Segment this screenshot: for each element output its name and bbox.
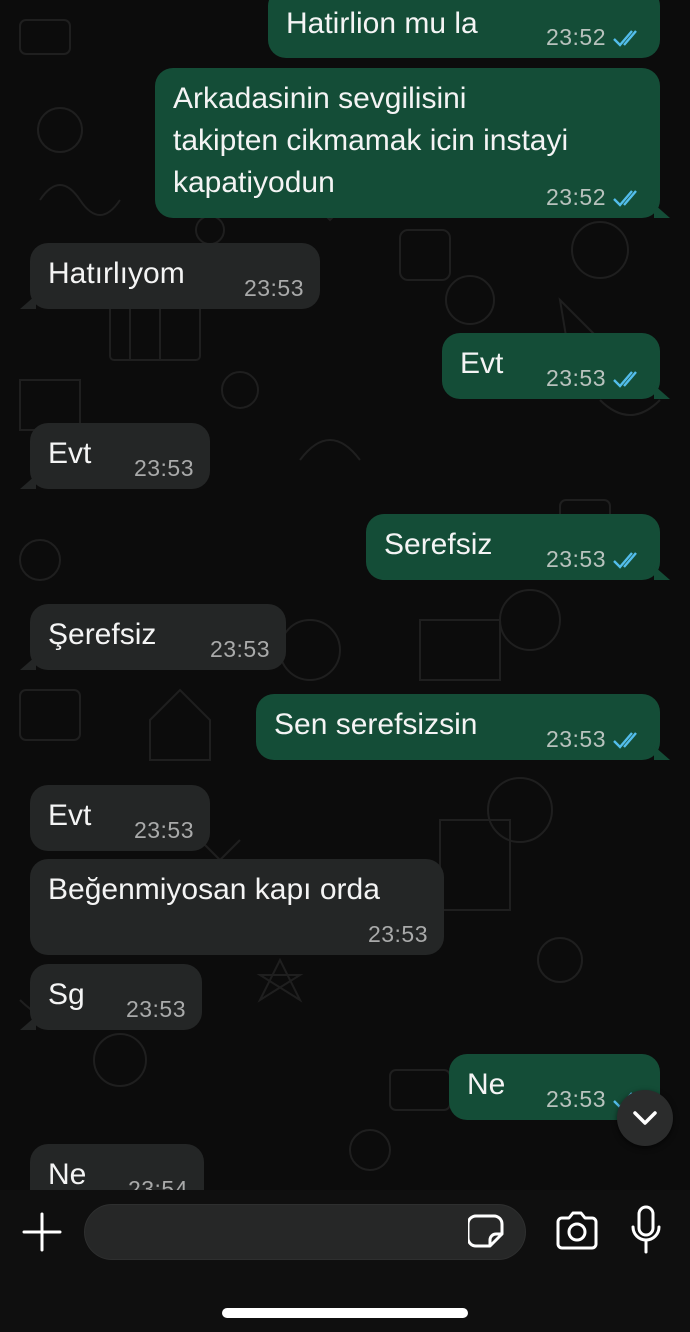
read-ticks-icon	[613, 189, 637, 207]
camera-icon[interactable]	[554, 1210, 600, 1252]
incoming-message[interactable]: Beğenmiyosan kapı orda 23:53	[30, 859, 444, 955]
message-meta: 23:52	[546, 24, 644, 51]
message-time: 23:53	[545, 1086, 606, 1112]
read-ticks-icon	[613, 551, 637, 569]
message-time: 23:53	[545, 546, 606, 572]
plus-icon[interactable]	[20, 1210, 64, 1254]
outgoing-message[interactable]: Hatirlion mu la 23:52	[268, 0, 660, 58]
read-ticks-icon	[613, 29, 637, 47]
message-time: 23:53	[133, 817, 194, 843]
message-text: Sg	[48, 978, 85, 1011]
message-time: 23:53	[125, 996, 186, 1022]
outgoing-message[interactable]: Arkadasinin sevgilisini takipten cikmama…	[155, 68, 670, 218]
message-time: 23:53	[545, 365, 606, 391]
incoming-message[interactable]: Şerefsiz 23:53	[20, 604, 286, 670]
message-meta: 23:53	[546, 365, 644, 392]
chat-area[interactable]: Hatirlion mu la 23:52 Arkadasinin sevgil…	[0, 0, 690, 1190]
home-indicator	[222, 1308, 468, 1318]
chevron-down-icon	[633, 1111, 657, 1125]
message-text: Ne	[48, 1158, 87, 1190]
message-meta: 23:53	[368, 921, 428, 948]
message-text: Sen serefsizsin	[274, 708, 478, 741]
sticker-icon[interactable]	[468, 1212, 506, 1250]
message-text: Hatirlion mu la	[286, 7, 478, 40]
message-text: Hatırlıyom	[48, 257, 185, 290]
message-text-line: Arkadasinin sevgilisini	[173, 82, 467, 115]
message-text: Serefsiz	[384, 528, 493, 561]
microphone-icon[interactable]	[630, 1205, 662, 1255]
read-ticks-icon	[613, 731, 637, 749]
message-time: 23:53	[545, 726, 606, 752]
message-meta: 23:53	[244, 275, 304, 302]
message-text: Ne	[467, 1068, 506, 1101]
message-text: Evt	[48, 437, 92, 470]
outgoing-message[interactable]: Sen serefsizsin 23:53	[256, 694, 670, 760]
message-meta: 23:53	[546, 726, 644, 753]
message-time: 23:53	[243, 275, 304, 301]
message-text: Beğenmiyosan kapı orda	[48, 873, 380, 906]
message-time: 23:53	[133, 455, 194, 481]
message-text-line: kapatiyodun	[173, 166, 335, 199]
incoming-message[interactable]: Hatırlıyom 23:53	[20, 243, 320, 309]
message-time: 23:53	[209, 636, 270, 662]
incoming-message[interactable]: Evt 23:53	[30, 785, 210, 851]
message-time: 23:52	[545, 184, 606, 210]
incoming-message[interactable]: Sg 23:53	[20, 964, 202, 1030]
message-meta: 23:53	[126, 996, 186, 1023]
message-text: Şerefsiz	[48, 618, 157, 651]
message-meta: 23:53	[546, 546, 644, 573]
message-time: 23:52	[545, 24, 606, 50]
message-meta: 23:53	[210, 636, 270, 663]
message-meta: 23:53	[134, 455, 194, 482]
message-meta: 23:54	[128, 1176, 188, 1190]
message-input[interactable]	[84, 1204, 526, 1260]
message-meta: 23:52	[546, 184, 644, 211]
incoming-message[interactable]: Ne 23:54	[30, 1144, 204, 1190]
message-text: Evt	[48, 799, 92, 832]
message-meta: 23:53	[134, 817, 194, 844]
read-ticks-icon	[613, 370, 637, 388]
message-time: 23:53	[367, 921, 428, 947]
message-text: Evt	[460, 347, 504, 380]
incoming-message[interactable]: Evt 23:53	[20, 423, 210, 489]
outgoing-message[interactable]: Serefsiz 23:53	[366, 514, 670, 580]
scroll-down-button[interactable]	[617, 1090, 673, 1146]
message-text-line: takipten cikmamak icin instayi	[173, 124, 569, 157]
message-time: 23:54	[127, 1176, 188, 1190]
outgoing-message[interactable]: Evt 23:53	[442, 333, 670, 399]
